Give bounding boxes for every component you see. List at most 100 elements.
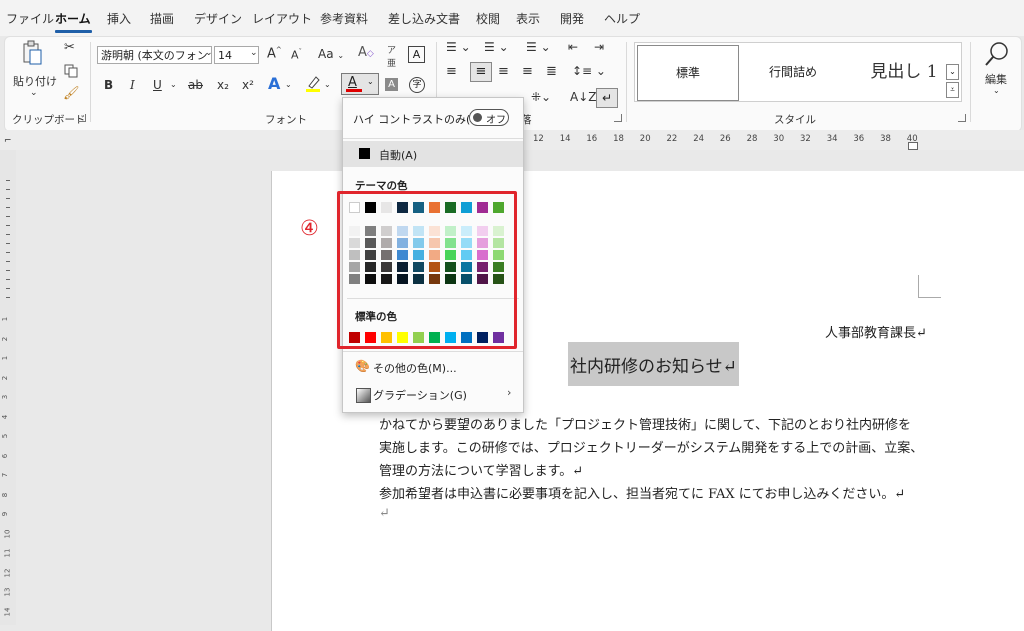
menu-tab-11[interactable]: ヘルプ <box>604 10 640 27</box>
gradient-label: グラデーション(G) <box>373 389 467 402</box>
copy-icon[interactable] <box>64 64 78 78</box>
phonetic-guide-icon[interactable]: ア亜 <box>387 43 396 69</box>
ruler-tick: 14 <box>559 134 571 144</box>
vruler-mark <box>6 252 10 253</box>
shrink-font-icon[interactable]: Aˇ <box>291 48 302 62</box>
distributed-icon[interactable]: ≣ <box>546 64 557 79</box>
paste-button[interactable]: 貼り付け <box>13 73 57 89</box>
high-contrast-toggle[interactable]: オフ <box>469 109 509 126</box>
cut-icon[interactable]: ✂ <box>64 40 75 55</box>
menu-tab-8[interactable]: 校閲 <box>476 10 500 27</box>
change-case-label: Aa <box>318 47 334 61</box>
menu-tab-10[interactable]: 開発 <box>560 10 584 27</box>
divider <box>626 42 627 122</box>
italic-button[interactable]: I <box>130 78 135 92</box>
body-line-5[interactable]: ↵ <box>379 506 390 521</box>
editing-button[interactable]: 編集 <box>985 71 1007 87</box>
document-title[interactable]: 社内研修のお知らせ↵ <box>570 352 737 377</box>
divider <box>343 351 523 352</box>
gradient-item[interactable]: グラデーション(G) › <box>343 383 523 405</box>
align-left-icon[interactable]: ≡ <box>446 64 457 79</box>
enclose-char-icon[interactable]: 字 <box>409 77 425 93</box>
sort-az-icon[interactable]: A↓Z <box>570 90 596 104</box>
font-color-button[interactable]: A ⌄ <box>341 73 379 95</box>
menu-tab-4[interactable]: デザイン <box>194 10 242 27</box>
vruler-tick: 12 <box>3 568 12 577</box>
menu-tab-9[interactable]: 表示 <box>516 10 540 27</box>
font-name-box[interactable]: 游明朝 (本文のフォン <box>97 46 212 64</box>
menu-tab-7[interactable]: 差し込み文書 <box>388 10 460 27</box>
multilevel-list-icon[interactable]: ☰ ⌄ <box>526 40 551 54</box>
body-line-1[interactable]: かねてから要望のありました「プロジェクト管理技術」に関して、下記のとおり社内研修… <box>379 414 911 433</box>
bullets-icon[interactable]: ☰ ⌄ <box>446 40 471 54</box>
vruler-tick: 3 <box>1 394 10 400</box>
menu-tab-5[interactable]: レイアウト <box>252 10 312 27</box>
auto-color-item[interactable]: 自動(A) <box>343 141 523 167</box>
menu-tab-6[interactable]: 参考資料 <box>320 10 368 27</box>
paragraph-launcher-icon[interactable] <box>614 114 622 122</box>
subscript-button[interactable]: x₂ <box>217 78 229 92</box>
decrease-indent-icon[interactable]: ⇤ <box>568 40 578 54</box>
change-case-button[interactable]: Aa ⌄ <box>318 47 344 61</box>
style-scroll[interactable]: ⌄ ⩡ <box>946 44 959 98</box>
underline-chevron-icon[interactable]: ⌄ <box>170 80 177 89</box>
styles-launcher-icon[interactable] <box>958 114 966 122</box>
auto-color-label: 自動(A) <box>379 149 418 162</box>
show-marks-icon[interactable]: ↵ <box>596 88 618 108</box>
vruler-mark <box>6 261 10 262</box>
menu-tab-0[interactable]: ファイル <box>6 10 54 27</box>
paste-chevron-icon[interactable]: ⌄ <box>30 88 38 98</box>
style-gallery: 標準 行間詰め 見出し 1 <box>634 42 962 102</box>
ruler-tick: 22 <box>666 134 678 144</box>
find-icon[interactable] <box>984 40 1012 68</box>
clipboard-launcher-icon[interactable] <box>78 114 86 122</box>
vruler-tick: 7 <box>1 472 10 478</box>
text-effects-chevron-icon[interactable]: ⌄ <box>285 80 292 89</box>
body-line-3[interactable]: 管理の方法について学習します。↵ <box>379 460 583 479</box>
paste-icon[interactable] <box>22 40 42 66</box>
more-colors-item[interactable]: 🎨 その他の色(M)... <box>343 356 523 378</box>
underline-button[interactable]: U <box>153 78 162 92</box>
superscript-button[interactable]: x² <box>242 78 254 92</box>
strikethrough-button[interactable]: ab <box>188 78 203 92</box>
align-right-icon[interactable]: ≡ <box>498 64 509 79</box>
char-shading-icon[interactable]: A <box>385 78 398 91</box>
sender-line[interactable]: 人事部教育課長↵ <box>825 322 927 341</box>
clear-format-icon[interactable]: A◇ <box>358 45 374 60</box>
right-indent-marker[interactable] <box>908 142 918 150</box>
justify-icon[interactable]: ≡ <box>522 64 533 79</box>
style-heading1[interactable]: 見出し 1 <box>847 43 961 101</box>
char-border-icon[interactable]: A <box>408 46 425 63</box>
format-painter-icon[interactable]: 🖌 <box>63 86 80 101</box>
align-center-icon[interactable]: ≡ <box>470 62 492 82</box>
divider <box>343 138 523 139</box>
bold-button[interactable]: B <box>104 78 113 92</box>
font-color-chevron-icon: ⌄ <box>367 77 374 86</box>
text-effects-icon[interactable]: A <box>268 74 280 93</box>
sort-icon[interactable]: ⁜⌄ <box>531 90 551 104</box>
style-normal[interactable]: 標準 <box>637 45 739 101</box>
increase-indent-icon[interactable]: ⇥ <box>594 40 604 54</box>
body-line-2[interactable]: 実施します。この研修では、プロジェクトリーダーがシステム開発をする上での計画、立… <box>379 437 923 456</box>
line-spacing-icon[interactable]: ↕≡ ⌄ <box>572 64 606 78</box>
menu-tab-1[interactable]: ホーム <box>55 10 91 27</box>
body-line-4[interactable]: 参加希望者は申込書に必要事項を記入し、担当者宛てに FAX にてお申し込みくださ… <box>379 483 905 502</box>
palette-icon: 🎨 <box>355 359 370 373</box>
grow-font-icon[interactable]: A^ <box>267 46 282 61</box>
tab-selector-icon[interactable]: ⌐ <box>4 136 12 146</box>
toggle-knob <box>473 113 482 122</box>
style-scroll-down-icon[interactable]: ⌄ <box>946 64 959 80</box>
menu-tab-2[interactable]: 挿入 <box>107 10 131 27</box>
menu-tab-3[interactable]: 描画 <box>150 10 174 27</box>
highlighter-chevron-icon[interactable]: ⌄ <box>324 80 331 89</box>
ruler-tick: 28 <box>746 134 758 144</box>
step-callout: ④ <box>300 216 319 240</box>
editing-chevron-icon[interactable]: ⌄ <box>993 86 1000 95</box>
style-more-icon[interactable]: ⩡ <box>946 82 959 98</box>
font-size-chevron-icon[interactable]: ⌄ <box>250 48 258 58</box>
highlighter-icon[interactable] <box>305 74 321 92</box>
font-name-chevron-icon[interactable]: ⌄ <box>205 48 213 58</box>
style-no-spacing[interactable]: 行間詰め <box>743 43 843 101</box>
vruler-tick: 2 <box>1 336 10 341</box>
numbering-icon[interactable]: ☰ ⌄ <box>484 40 509 54</box>
